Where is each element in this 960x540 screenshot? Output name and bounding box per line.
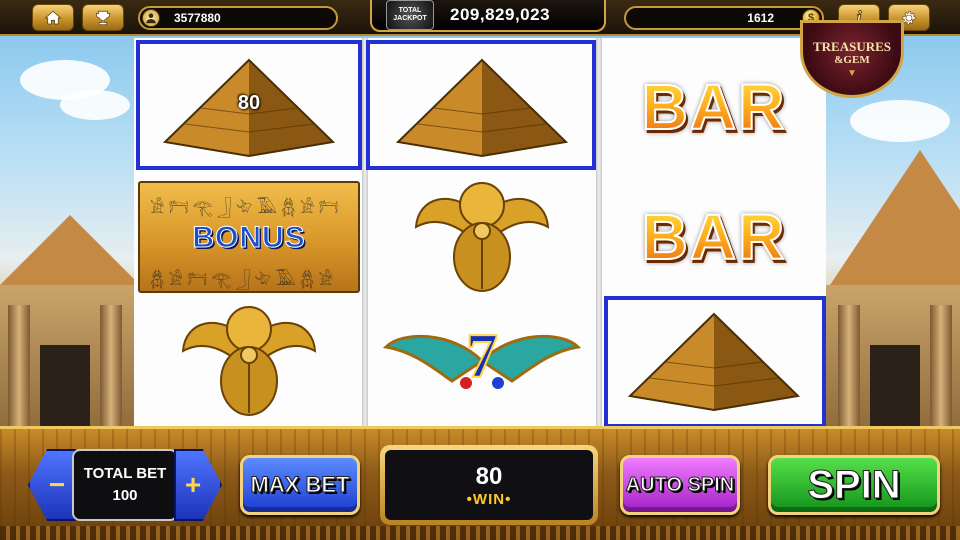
player-panel: 3577880 [138,6,338,30]
seven-label: 7 [465,319,499,392]
reel-symbol-bonus: 𓀀 𓁀 𓂀 𓃀 𓄀 𓅀 𓆣 𓀀 𓁀 𓆣 𓀀 𓁀 𓂀 𓃀 𓄀 𓅀 𓆣 𓀀 BONU… [137,172,361,302]
reel-symbol-winged-seven: 7 [370,296,594,426]
home-icon [44,10,62,24]
auto-spin-button[interactable]: AUTO SPIN [620,455,740,515]
scarab-icon [181,306,317,416]
decrease-bet-button[interactable]: − [28,449,76,521]
scarab-icon [414,182,550,292]
total-bet-control: − TOTAL BET 100 + [28,449,222,521]
badge-line1: TREASURES [812,38,892,54]
auto-spin-label: AUTO SPIN [625,474,735,496]
plus-icon: + [184,469,202,500]
reel-symbol-bar: BAR [602,172,826,302]
badge-line2: &GEM [834,53,870,66]
jackpot-badge-line1: TOTAL [398,7,422,14]
player-id: 3577880 [174,11,221,25]
control-panel: − TOTAL BET 100 + MAX BET 80 •WIN• AUTO … [0,426,960,540]
bonus-label: BONUS [192,221,306,255]
cloud [850,100,950,142]
total-bet-label: TOTAL BET [83,465,167,482]
winning-symbol-highlight [136,40,362,170]
max-bet-label: MAX BET [250,472,350,497]
total-jackpot-display: TOTAL JACKPOT 209,829,023 [370,0,606,32]
reel-symbol-bar: BAR [602,42,826,172]
bar-label: BAR [641,70,787,144]
slot-reels: 80 𓀀 𓁀 𓂀 𓃀 𓄀 𓅀 𓆣 𓀀 𓁀 𓆣 𓀀 𓁀 𓂀 𓃀 𓄀 𓅀 𓆣 𓀀 B… [134,38,826,428]
increase-bet-button[interactable]: + [174,449,222,521]
winning-symbol-highlight [604,296,826,428]
coin-balance: 1612 [747,11,774,25]
minus-icon: − [48,469,66,500]
temple-left [0,285,134,435]
home-button[interactable] [32,4,74,31]
bar-label: BAR [641,200,787,274]
chevron-down-icon: ▼ [847,67,857,79]
reel-symbol-scarab [137,296,361,426]
jackpot-value: 209,829,023 [450,5,551,24]
total-bet-display: TOTAL BET 100 [72,449,178,521]
spin-label: SPIN [807,462,901,507]
reel-symbol-scarab [370,172,594,302]
win-value: 80 [475,462,503,490]
background-pyramid [0,215,140,285]
jackpot-badge-line2: JACKPOT [393,15,427,22]
trophy-icon [95,10,111,25]
spin-button[interactable]: SPIN [768,455,940,515]
trophy-button[interactable] [82,4,124,31]
temple-right [826,285,960,435]
avatar-icon [142,9,160,27]
win-label: •WIN• [466,490,512,508]
total-bet-value: 100 [112,487,138,504]
winning-symbol-highlight [366,40,596,170]
cloud [60,90,130,120]
jackpot-badge: TOTAL JACKPOT [386,0,434,30]
background-pyramid [830,150,960,285]
coin-balance-panel: 1612 $ [624,6,824,30]
win-display: 80 •WIN• [380,445,598,525]
max-bet-button[interactable]: MAX BET [240,455,360,515]
